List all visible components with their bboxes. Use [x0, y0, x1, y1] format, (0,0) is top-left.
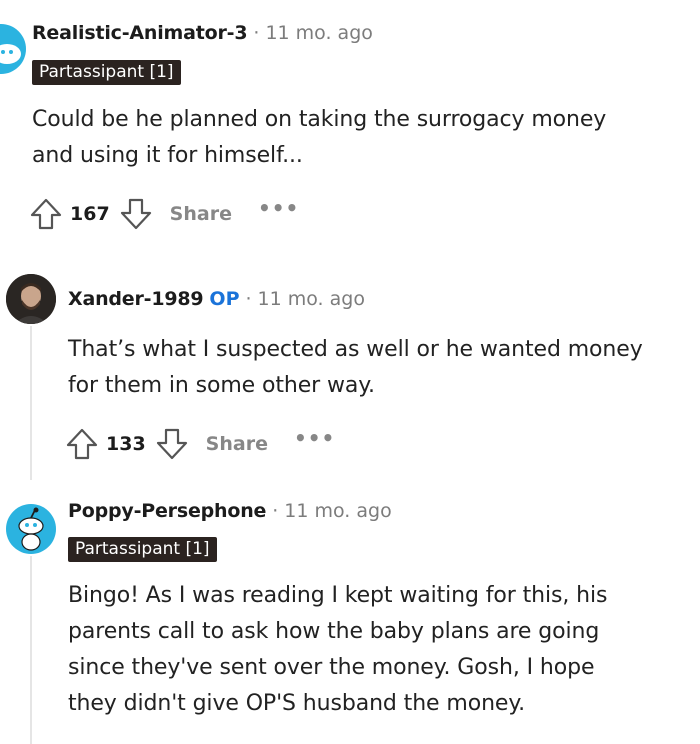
user-flair: Partassipant [1]: [32, 60, 181, 85]
downvote-icon[interactable]: [118, 196, 154, 232]
meta-separator: ·: [272, 500, 279, 522]
thread-line-2: [30, 556, 32, 744]
more-options-icon[interactable]: •••: [258, 196, 299, 220]
meta-separator: ·: [253, 22, 260, 44]
timestamp[interactable]: 11 mo. ago: [284, 500, 391, 522]
timestamp[interactable]: 11 mo. ago: [265, 22, 372, 44]
comment-body-line: they didn't give OP'S husband the money.: [68, 691, 526, 716]
share-button[interactable]: Share: [170, 203, 232, 225]
author-name[interactable]: Poppy-Persephone: [68, 500, 266, 522]
meta-separator: ·: [245, 288, 252, 310]
vote-score: 167: [70, 203, 110, 225]
comment-actions: 133 Share •••: [64, 424, 335, 464]
more-options-icon[interactable]: •••: [294, 426, 335, 450]
comment-meta: Realistic-Animator-3 · 11 mo. ago: [32, 22, 373, 44]
comment-body-line: Bingo! As I was reading I kept waiting f…: [68, 583, 608, 608]
comment-body-line: That’s what I suspected as well or he wa…: [68, 337, 643, 362]
author-name[interactable]: Xander-1989: [68, 288, 204, 310]
comment-meta: Xander-1989 OP · 11 mo. ago: [68, 288, 365, 310]
comment-meta: Poppy-Persephone · 11 mo. ago: [68, 500, 392, 522]
op-badge: OP: [209, 288, 240, 310]
user-photo-avatar-icon[interactable]: [6, 274, 56, 324]
share-button[interactable]: Share: [206, 433, 268, 455]
comment-body-line: for them in some other way.: [68, 373, 375, 398]
comment-actions: 167 Share •••: [28, 194, 299, 234]
snoo-avatar-icon[interactable]: [6, 504, 56, 554]
vote-score: 133: [106, 433, 146, 455]
upvote-icon[interactable]: [64, 426, 100, 462]
timestamp[interactable]: 11 mo. ago: [258, 288, 365, 310]
thread-line-1: [30, 326, 32, 480]
comment-body-line: since they've sent over the money. Gosh,…: [68, 655, 595, 680]
author-name[interactable]: Realistic-Animator-3: [32, 22, 248, 44]
comment-body-line: and using it for himself...: [32, 143, 303, 168]
comment-body-line: Could be he planned on taking the surrog…: [32, 107, 607, 132]
user-flair: Partassipant [1]: [68, 537, 217, 562]
downvote-icon[interactable]: [154, 426, 190, 462]
snoo-avatar-icon[interactable]: [0, 24, 26, 74]
upvote-icon[interactable]: [28, 196, 64, 232]
comment-body: Could be he planned on taking the surrog…: [32, 102, 606, 174]
comment-body: That’s what I suspected as well or he wa…: [68, 332, 643, 404]
comment-body: Bingo! As I was reading I kept waiting f…: [68, 578, 607, 722]
comment-body-line: parents call to ask how the baby plans a…: [68, 619, 600, 644]
